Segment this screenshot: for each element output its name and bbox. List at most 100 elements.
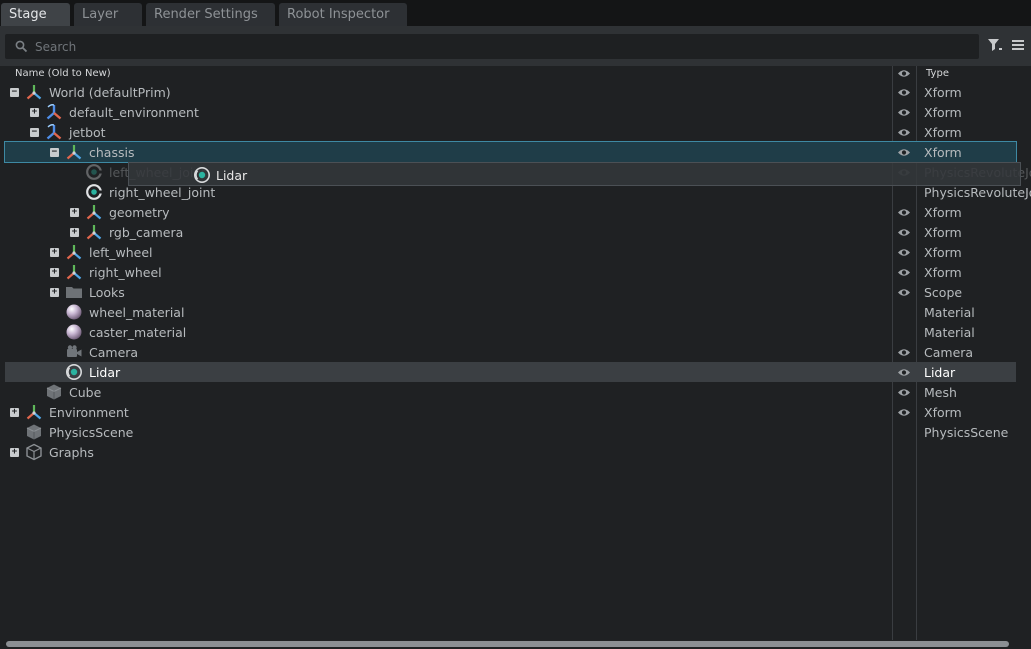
tree-item-type: Xform [924,405,962,420]
collapse-toggle-icon[interactable]: − [50,148,59,157]
tree-row-rgb-camera[interactable]: + rgb_camera Xform [5,222,1016,242]
tree-item-type: Xform [924,105,962,120]
collapse-toggle-icon[interactable]: − [10,88,19,97]
expand-toggle-icon[interactable]: + [30,108,39,117]
tree-row-camera[interactable]: Camera Camera [5,342,1016,362]
tree-row-environment[interactable]: + Environment Xform [5,402,1016,422]
tree-row-lidar[interactable]: Lidar Lidar [5,362,1016,382]
tree-item-type: PhysicsScene [924,425,1009,440]
xform-icon [86,225,102,240]
graph-cube-icon [26,443,42,461]
cube-icon [26,424,42,440]
camera-icon [67,345,82,357]
visibility-eye-icon[interactable] [897,347,911,358]
tree-row-geometry[interactable]: + geometry Xform [5,202,1016,222]
lidar-icon [66,364,82,380]
collapse-toggle-icon[interactable]: − [30,128,39,137]
tree-item-type: Xform [924,145,962,160]
search-icon [15,40,28,53]
drag-ghost: Lidar [128,162,1021,186]
expand-toggle-icon[interactable]: + [50,288,59,297]
expand-toggle-icon[interactable]: + [70,208,79,217]
tree-item-name: wheel_material [89,305,185,320]
joint-icon [86,184,102,200]
horizontal-scrollbar[interactable] [6,641,1009,647]
drag-ghost-label: Lidar [216,168,248,183]
tree-item-type: Camera [924,345,974,360]
tab-render-settings[interactable]: Render Settings [146,3,275,26]
tree-item-type: Xform [924,265,962,280]
column-type-header[interactable]: Type [926,68,949,79]
tree-row-wheel-material[interactable]: wheel_material Material [5,302,1016,322]
tree-item-type: Xform [924,245,962,260]
xform-reference-icon [46,104,62,120]
tree-item-type: Material [924,325,975,340]
search-bar [0,26,1031,66]
filter-icon[interactable] [987,37,1003,53]
tree-row-default-environment[interactable]: + default_environment Xform [5,102,1016,122]
tab-bar: Stage Layer Render Settings Robot Inspec… [0,0,1031,26]
expand-toggle-icon[interactable]: + [70,228,79,237]
search-box [5,34,979,59]
tree-row-chassis[interactable]: − chassis Xform [4,141,1017,163]
expand-toggle-icon[interactable]: + [50,268,59,277]
tree-item-type: PhysicsRevoluteJoint [924,185,1031,200]
tree-row-looks[interactable]: + Looks Scope [5,282,1016,302]
folder-icon [66,287,82,298]
xform-icon [66,245,82,260]
visibility-eye-icon[interactable] [897,247,911,258]
search-input[interactable] [35,34,965,59]
visibility-eye-icon[interactable] [897,287,911,298]
visibility-eye-icon[interactable] [897,147,911,158]
tab-stage[interactable]: Stage [1,3,70,26]
xform-icon [86,205,102,220]
joint-icon [86,164,102,180]
column-name-header[interactable]: Name (Old to New) [15,68,111,79]
material-sphere-icon [66,304,82,320]
tree-item-name: right_wheel [89,265,162,280]
tree-item-name: chassis [89,145,135,160]
tab-robot-inspector[interactable]: Robot Inspector [279,3,407,26]
expand-toggle-icon[interactable]: + [10,448,19,457]
tree-row-right-wheel[interactable]: + right_wheel Xform [5,262,1016,282]
expand-toggle-icon[interactable]: + [10,408,19,417]
cube-icon [46,384,62,400]
visibility-eye-icon[interactable] [897,87,911,98]
tree-row-cube[interactable]: Cube Mesh [5,382,1016,402]
tree-row-world-defaultprim[interactable]: − World (defaultPrim) Xform [5,82,1016,102]
visibility-eye-icon[interactable] [897,227,911,238]
tree-item-type: Xform [924,225,962,240]
tree-item-name: default_environment [69,105,199,120]
visibility-header-eye-icon[interactable] [897,68,911,79]
options-menu-icon[interactable] [1011,38,1025,52]
tree-item-name: Environment [49,405,129,420]
tree-row-left-wheel[interactable]: + left_wheel Xform [5,242,1016,262]
expand-toggle-icon[interactable]: + [50,248,59,257]
tree-item-type: Lidar [924,365,956,380]
tree-item-name: right_wheel_joint [109,185,216,200]
visibility-eye-icon[interactable] [897,267,911,278]
visibility-eye-icon[interactable] [897,207,911,218]
tree-item-type: Xform [924,205,962,220]
tree-item-type: Mesh [924,385,957,400]
visibility-eye-icon[interactable] [897,127,911,138]
tree-item-name: Looks [89,285,125,300]
tree-row-physicsscene[interactable]: PhysicsScene PhysicsScene [5,422,1016,442]
visibility-eye-icon[interactable] [897,387,911,398]
visibility-eye-icon[interactable] [897,367,911,378]
lidar-icon [194,167,210,183]
tree-item-name: Camera [89,345,139,360]
tree-item-name: Graphs [49,445,94,460]
tree-item-name: PhysicsScene [49,425,134,440]
tree-row-graphs[interactable]: + Graphs [5,442,1016,462]
tree-item-name: left_wheel [89,245,153,260]
tree-row-jetbot[interactable]: − jetbot Xform [5,122,1016,142]
tree-item-name: Lidar [89,365,121,380]
visibility-eye-icon[interactable] [897,107,911,118]
tree-item-name: jetbot [69,125,106,140]
visibility-eye-icon[interactable] [897,407,911,418]
tab-layer[interactable]: Layer [74,3,142,26]
material-sphere-icon [66,324,82,340]
tree-item-name: rgb_camera [109,225,184,240]
tree-row-caster-material[interactable]: caster_material Material [5,322,1016,342]
